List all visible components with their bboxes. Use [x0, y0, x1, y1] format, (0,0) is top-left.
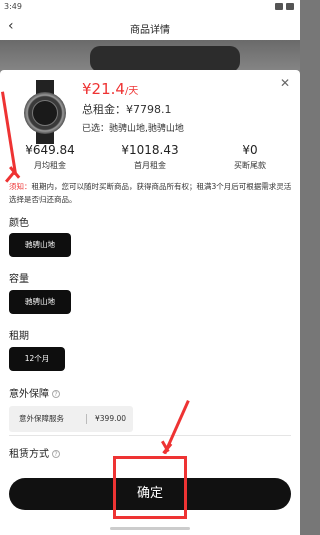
price-value: ¥21.4 — [82, 80, 125, 98]
stat-label: 买断尾款 — [234, 161, 266, 170]
signal-icon — [275, 3, 283, 10]
insurance-name: 意外保障服务 — [19, 414, 64, 423]
home-indicator — [110, 527, 190, 530]
rental-notice: 须知：租期内，您可以随时买断商品，获得商品所有权；租满3个月后可根据需求灵活选择… — [9, 180, 297, 206]
method-label-text: 租赁方式 — [9, 449, 49, 460]
insurance-option[interactable]: 意外保障服务 ¥399.00 — [9, 406, 133, 432]
insurance-label-text: 意外保障 — [9, 389, 49, 400]
watch-face — [32, 100, 58, 126]
divider — [86, 414, 87, 424]
annotation-highlight-box — [113, 456, 187, 519]
help-icon[interactable]: ? — [52, 390, 60, 398]
color-option[interactable]: 驰骋山地 — [9, 233, 71, 257]
page-title: 商品详情 — [130, 25, 170, 36]
term-option[interactable]: 12个月 — [9, 347, 65, 371]
method-label: 租赁方式? — [9, 445, 60, 460]
section-divider — [9, 435, 291, 436]
stat-value: ¥649.84 — [25, 143, 75, 157]
close-icon[interactable]: ✕ — [280, 76, 290, 90]
battery-icon — [286, 3, 294, 10]
status-bar: 3:49 — [0, 0, 300, 14]
help-icon[interactable]: ? — [52, 450, 60, 458]
notice-tag: 须知： — [9, 182, 32, 191]
selected-spec: 已选：驰骋山地,驰骋山地 — [82, 124, 184, 134]
insurance-price: ¥399.00 — [95, 414, 127, 423]
stat-value: ¥0 — [242, 143, 258, 157]
stat-label: 首月租金 — [134, 161, 166, 170]
stat-buyout: ¥0 买断尾款 — [200, 143, 300, 171]
insurance-label: 意外保障? — [9, 385, 60, 400]
capacity-label: 容量 — [9, 274, 29, 285]
status-time: 3:49 — [4, 2, 22, 11]
product-thumbnail — [16, 80, 74, 144]
stat-value: ¥1018.43 — [121, 143, 179, 157]
app-header: ‹ 商品详情 — [0, 14, 300, 40]
price-unit: /天 — [124, 86, 139, 97]
total-rent: 总租金：¥7798.1 — [82, 103, 172, 116]
notice-text: 租期内，您可以随时买断商品，获得商品所有权；租满3个月后可根据需求灵活选择是否归… — [9, 182, 292, 204]
banner-watch-image — [90, 46, 240, 72]
capacity-option[interactable]: 驰骋山地 — [9, 290, 71, 314]
stat-first-month: ¥1018.43 首月租金 — [100, 143, 200, 171]
color-label: 颜色 — [9, 218, 29, 229]
status-icons — [275, 3, 294, 10]
rent-stats: ¥649.84 月均租金 ¥1018.43 首月租金 ¥0 买断尾款 — [0, 143, 300, 175]
term-label: 租期 — [9, 331, 29, 342]
daily-price: ¥21.4/天 — [82, 80, 138, 98]
